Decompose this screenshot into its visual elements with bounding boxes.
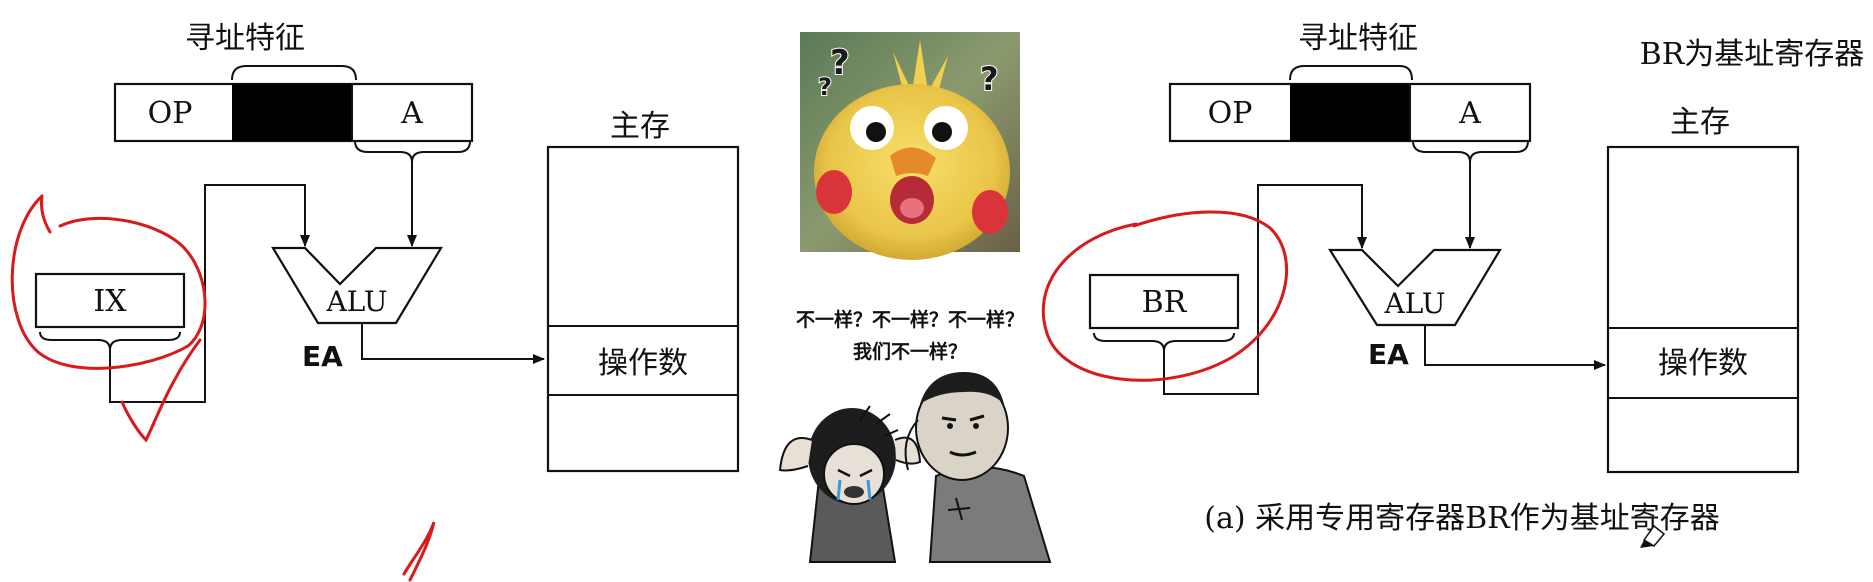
left-operand-label: 操作数 [598,346,688,381]
right-op-label: OP [1208,96,1253,131]
left-addressing-field [232,84,352,141]
serious-character-illustration [904,372,1052,563]
left-ea-arrow [361,323,545,364]
crying-character-illustration [778,405,922,563]
left-a-label: A [400,96,423,131]
right-note: BR为基址寄存器 [1640,37,1865,72]
left-alu-label: ALU [326,285,388,318]
right-a-label: A [1458,96,1481,131]
right-operand-label: 操作数 [1658,346,1748,381]
right-main-memory [1606,145,1800,474]
left-op-label: OP [148,96,193,131]
chicken-question-mark-left: ? [830,43,850,83]
right-diagram: 寻址特征 OP A BR为基址寄存器 BR ALU EA 主存 操作数 (a) … [1088,21,1865,536]
right-ea-arrow [1424,325,1606,370]
left-diagram: 寻址特征 OP A IX ALU EA 主存 操作数 [34,21,740,473]
right-addressing-field [1290,84,1410,141]
left-instruction-word: OP A [113,82,474,143]
right-feature-bracket [1289,65,1413,81]
meme-caption-line1: 不一样？不一样？不一样？ [796,308,1024,331]
left-memory-title: 主存 [610,109,670,144]
chicken-question-mark-right: ? [980,60,999,98]
right-memory-title: 主存 [1670,105,1730,140]
chicken-question-mark-left-2: ? [818,73,832,101]
chicken-meme-image: ? ? ? [800,32,1020,260]
left-ix-label: IX [93,284,127,319]
left-feature-label: 寻址特征 [185,21,305,56]
left-feature-bracket [231,65,357,81]
left-main-memory [546,145,740,473]
right-br-label: BR [1142,285,1188,320]
meme-caption-line2: 我们不一样？ [853,340,967,363]
right-instruction-word: OP A [1168,82,1532,143]
different-meme: 不一样？不一样？不一样？ 我们不一样？ [778,308,1052,563]
left-ea-label: EA [302,340,343,373]
right-caption: (a) 采用专用寄存器BR作为基址寄存器 [1204,501,1719,536]
right-ea-label: EA [1368,338,1409,371]
right-alu-label: ALU [1384,287,1446,320]
right-feature-label: 寻址特征 [1298,21,1418,56]
diagram-canvas: 寻址特征 OP A IX ALU EA 主存 操作数 ? ? ? 不一样？不一样… [10,21,1865,582]
